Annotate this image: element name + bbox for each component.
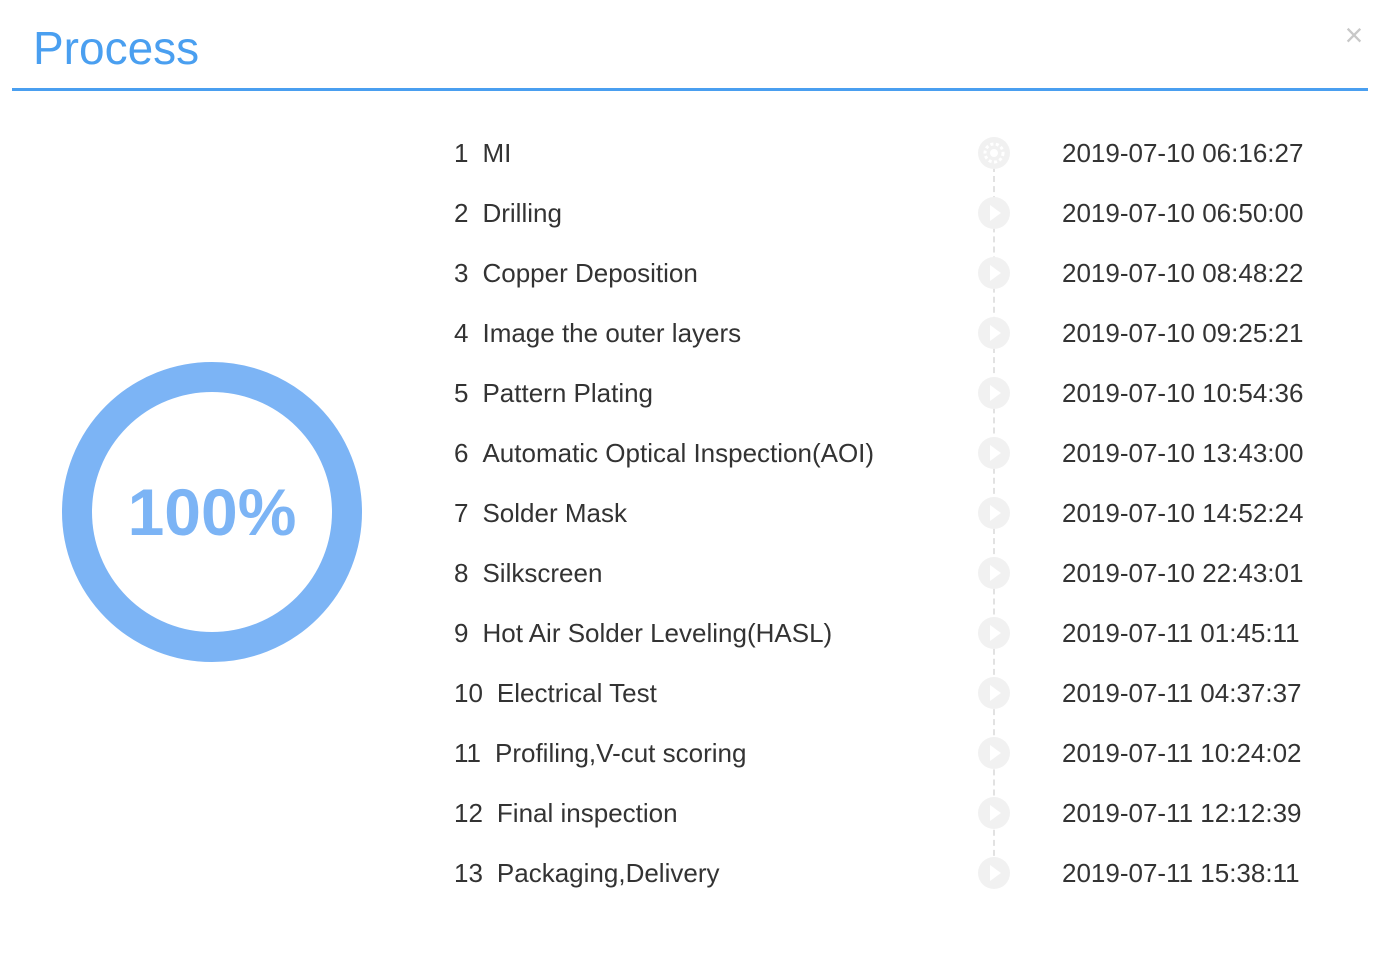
process-step-row: 5 Pattern Plating 2019-07-10 10:54:36 — [0, 363, 1380, 423]
step-name: Packaging,Delivery — [496, 858, 720, 888]
step-label: 1 MI — [454, 136, 511, 170]
play-icon — [978, 377, 1010, 409]
step-name: Profiling,V-cut scoring — [495, 738, 747, 768]
step-label: 8 Silkscreen — [454, 556, 602, 590]
step-number: 10 — [454, 678, 483, 708]
step-number: 3 — [454, 258, 469, 288]
step-name: Image the outer layers — [482, 318, 742, 348]
step-timestamp: 2019-07-10 22:43:01 — [1062, 558, 1304, 588]
process-step-row: 1 MI 2019-07-10 06:16:27 — [0, 123, 1380, 183]
step-label: 12 Final inspection — [454, 796, 678, 830]
process-step-row: 8 Silkscreen 2019-07-10 22:43:01 — [0, 543, 1380, 603]
step-name: Final inspection — [496, 798, 678, 828]
step-number: 13 — [454, 858, 483, 888]
step-name: Drilling — [482, 198, 562, 228]
process-step-row: 4 Image the outer layers 2019-07-10 09:25… — [0, 303, 1380, 363]
step-label: 6 Automatic Optical Inspection(AOI) — [454, 436, 874, 470]
process-step-row: 2 Drilling 2019-07-10 06:50:00 — [0, 183, 1380, 243]
step-label: 9 Hot Air Solder Leveling(HASL) — [454, 616, 832, 650]
close-icon[interactable]: × — [1338, 18, 1370, 52]
process-step-row: 9 Hot Air Solder Leveling(HASL) 2019-07-1… — [0, 603, 1380, 663]
step-label: 10 Electrical Test — [454, 676, 657, 710]
step-timestamp: 2019-07-11 01:45:11 — [1062, 618, 1300, 648]
step-number: 8 — [454, 558, 469, 588]
step-name: Silkscreen — [482, 558, 603, 588]
title-divider — [12, 88, 1368, 91]
gear-icon — [978, 137, 1010, 169]
step-label: 2 Drilling — [454, 196, 562, 230]
play-icon — [978, 197, 1010, 229]
step-timestamp: 2019-07-10 06:50:00 — [1062, 198, 1304, 228]
play-icon — [978, 797, 1010, 829]
step-timestamp: 2019-07-10 09:25:21 — [1062, 318, 1304, 348]
step-number: 9 — [454, 618, 469, 648]
process-step-row: 13 Packaging,Delivery 2019-07-11 15:38:11 — [0, 843, 1380, 903]
step-timestamp: 2019-07-11 15:38:11 — [1062, 858, 1300, 888]
step-number: 1 — [454, 138, 469, 168]
process-step-row: 3 Copper Deposition 2019-07-10 08:48:22 — [0, 243, 1380, 303]
step-name: MI — [482, 138, 512, 168]
step-timestamp: 2019-07-11 04:37:37 — [1062, 678, 1302, 708]
process-step-row: 11 Profiling,V-cut scoring 2019-07-11 10:… — [0, 723, 1380, 783]
step-timestamp: 2019-07-10 14:52:24 — [1062, 498, 1304, 528]
step-name: Solder Mask — [482, 498, 627, 528]
play-icon — [978, 317, 1010, 349]
play-icon — [978, 497, 1010, 529]
process-step-row: 6 Automatic Optical Inspection(AOI) 2019-… — [0, 423, 1380, 483]
step-label: 13 Packaging,Delivery — [454, 856, 719, 890]
step-number: 12 — [454, 798, 483, 828]
step-label: 4 Image the outer layers — [454, 316, 741, 350]
play-icon — [978, 857, 1010, 889]
step-number: 4 — [454, 318, 469, 348]
step-timestamp: 2019-07-10 13:43:00 — [1062, 438, 1304, 468]
play-icon — [978, 677, 1010, 709]
play-icon — [978, 437, 1010, 469]
step-number: 6 — [454, 438, 469, 468]
step-label: 11 Profiling,V-cut scoring — [454, 736, 746, 770]
process-step-row: 12 Final inspection 2019-07-11 12:12:39 — [0, 783, 1380, 843]
play-icon — [978, 617, 1010, 649]
step-timestamp: 2019-07-10 10:54:36 — [1062, 378, 1304, 408]
step-name: Electrical Test — [496, 678, 657, 708]
play-icon — [978, 737, 1010, 769]
dialog-title: Process — [33, 22, 200, 74]
step-timestamp: 2019-07-11 10:24:02 — [1062, 738, 1302, 768]
step-number: 2 — [454, 198, 469, 228]
step-name: Pattern Plating — [482, 378, 654, 408]
step-label: 5 Pattern Plating — [454, 376, 653, 410]
play-icon — [978, 257, 1010, 289]
step-number: 11 — [454, 738, 481, 768]
step-label: 7 Solder Mask — [454, 496, 627, 530]
step-timestamp: 2019-07-11 12:12:39 — [1062, 798, 1302, 828]
process-step-list: 1 MI 2019-07-10 06:16:27 2 Drilling 2019-0… — [0, 123, 1380, 903]
play-icon — [978, 557, 1010, 589]
step-timestamp: 2019-07-10 08:48:22 — [1062, 258, 1304, 288]
process-step-row: 7 Solder Mask 2019-07-10 14:52:24 — [0, 483, 1380, 543]
step-name: Automatic Optical Inspection(AOI) — [482, 438, 875, 468]
step-number: 5 — [454, 378, 469, 408]
step-label: 3 Copper Deposition — [454, 256, 698, 290]
step-name: Hot Air Solder Leveling(HASL) — [482, 618, 833, 648]
step-timestamp: 2019-07-10 06:16:27 — [1062, 138, 1304, 168]
process-step-row: 10 Electrical Test 2019-07-11 04:37:37 — [0, 663, 1380, 723]
step-number: 7 — [454, 498, 469, 528]
step-name: Copper Deposition — [482, 258, 698, 288]
